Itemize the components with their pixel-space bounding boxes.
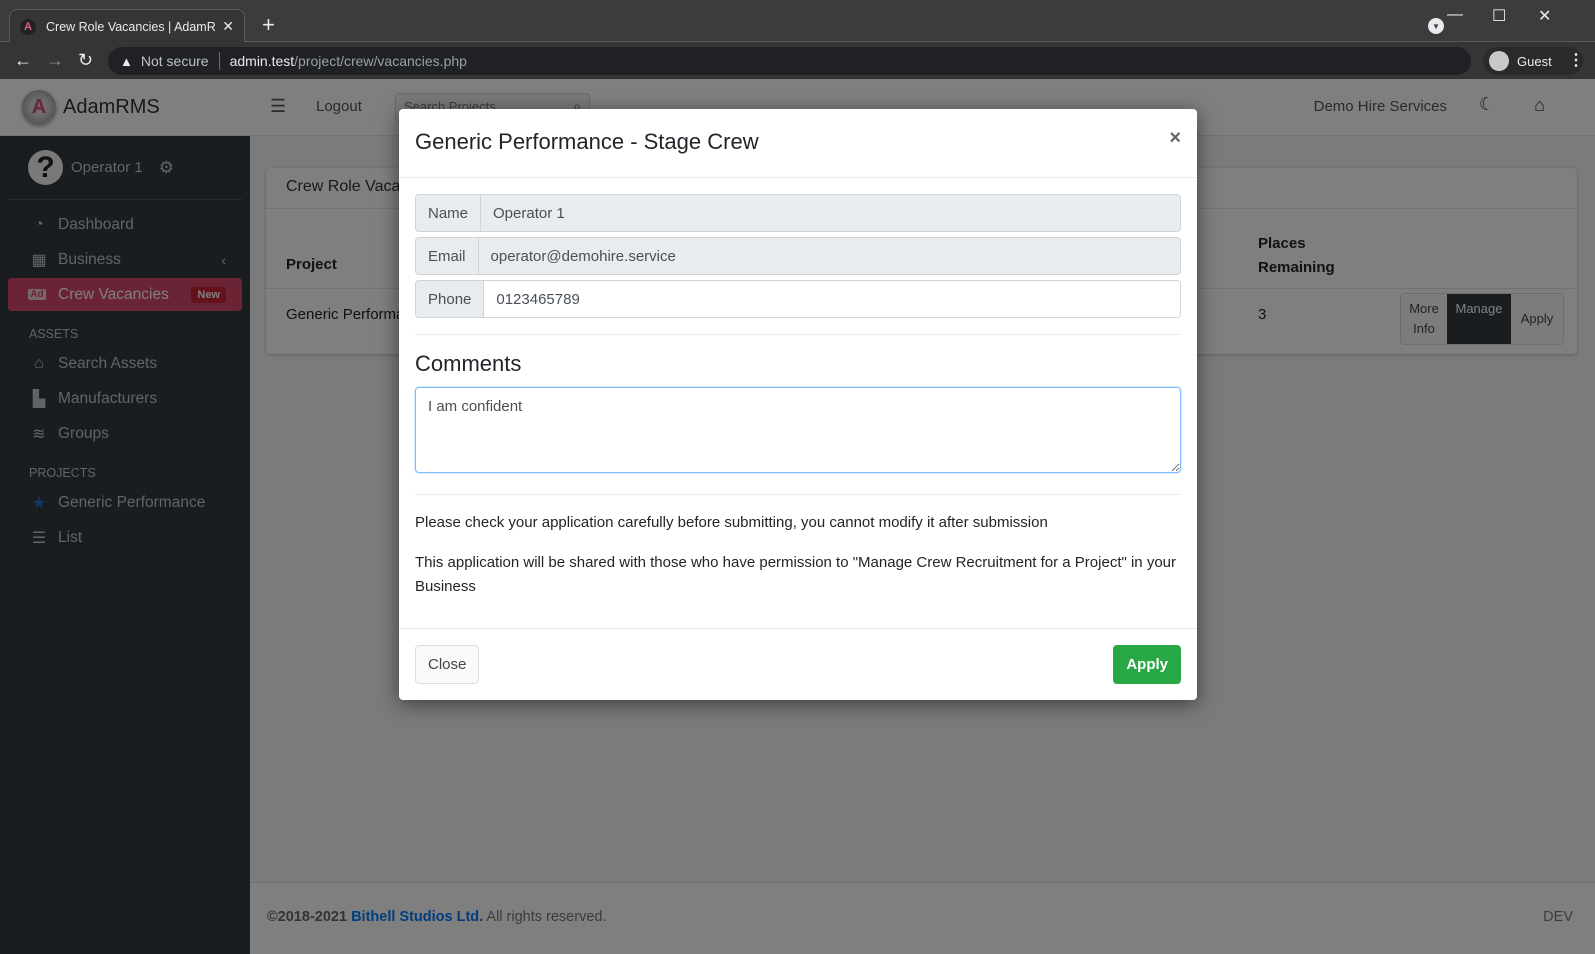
browser-toolbar: ← → ↻ ▲ Not secure admin.test/project/cr…	[0, 42, 1595, 79]
modal-body: Name Email Phone Comments I am confident…	[399, 178, 1197, 631]
modal-header: Generic Performance - Stage Crew ×	[399, 109, 1197, 178]
email-input-group: Email	[415, 237, 1181, 275]
new-tab-button[interactable]: +	[262, 12, 275, 38]
url-path: /project/crew/vacancies.php	[294, 53, 467, 69]
modal-title: Generic Performance - Stage Crew	[415, 129, 759, 154]
browser-tab[interactable]: A Crew Role Vacancies | AdamRMS ✕	[9, 9, 245, 43]
omnibox-divider	[218, 52, 220, 70]
phone-field[interactable]	[484, 281, 1180, 317]
close-button[interactable]: Close	[415, 645, 480, 684]
comments-textarea[interactable]: I am confident	[415, 387, 1181, 473]
apply-modal: Generic Performance - Stage Crew × Name …	[399, 109, 1197, 700]
warning-icon: ▲	[120, 53, 133, 69]
name-field	[481, 195, 1180, 231]
email-label: Email	[416, 238, 479, 274]
back-icon[interactable]: ←	[14, 50, 32, 71]
app-viewport: A AdamRMS ? Operator 1 ⚙ ◔ Dashboard ▦ B…	[0, 79, 1595, 954]
apply-button[interactable]: Apply	[1113, 645, 1181, 684]
phone-label: Phone	[416, 281, 485, 317]
phone-input-group: Phone	[415, 280, 1181, 318]
window-close-icon[interactable]: ✕	[1538, 6, 1551, 26]
close-icon[interactable]: ×	[1169, 127, 1181, 150]
favicon-icon: A	[20, 18, 36, 35]
close-tab-icon[interactable]: ✕	[222, 18, 234, 35]
maximize-icon[interactable]: ☐	[1492, 6, 1506, 26]
forward-icon[interactable]: →	[46, 50, 64, 71]
browser-tabstrip: A Crew Role Vacancies | AdamRMS ✕ + ▼ — …	[0, 0, 1595, 43]
tab-search-icon[interactable]: ▼	[1428, 18, 1444, 34]
name-label: Name	[416, 195, 482, 231]
divider	[415, 334, 1181, 335]
url-host: admin.test	[229, 53, 295, 69]
profile-label: Guest	[1517, 53, 1552, 69]
tab-title: Crew Role Vacancies | AdamRMS	[46, 19, 217, 34]
name-input-group: Name	[415, 194, 1181, 232]
address-bar[interactable]: ▲ Not secure admin.test/project/crew/vac…	[108, 47, 1471, 75]
browser-menu-icon[interactable]: ⋮	[1568, 50, 1584, 70]
profile-avatar-icon	[1489, 51, 1509, 71]
divider	[415, 494, 1181, 495]
modal-footer: Close Apply	[399, 628, 1197, 700]
email-field	[478, 238, 1180, 274]
submission-warning: Please check your application carefully …	[415, 514, 1048, 531]
minimize-icon[interactable]: —	[1447, 6, 1463, 24]
sharing-notice: This application will be shared with tho…	[415, 554, 1177, 595]
reload-icon[interactable]: ↻	[78, 50, 93, 71]
comments-heading: Comments	[415, 351, 522, 376]
security-label[interactable]: Not secure	[141, 53, 209, 69]
